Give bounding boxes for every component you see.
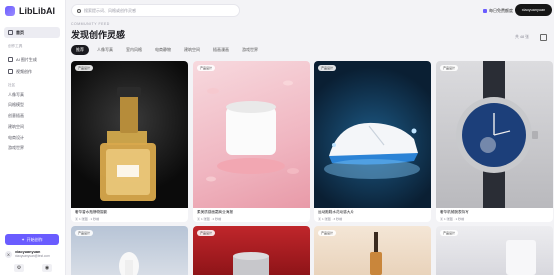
category-badge: 产品设计: [440, 65, 459, 71]
sidebar-item-label: 首页: [16, 29, 24, 35]
sidebar-item-image-gen[interactable]: AI 图片生成: [4, 54, 60, 65]
card-image: [193, 61, 310, 208]
gallery-card[interactable]: 产品设计 运动跑鞋水花动感大片 ▣ 1 张图 · 3 秒前: [314, 61, 431, 222]
gallery-card[interactable]: 产品设计: [71, 226, 188, 275]
page-title: 发现创作灵感: [71, 30, 126, 40]
brand-name: LibLibAI: [19, 6, 55, 16]
profile-icon[interactable]: ◉: [42, 264, 52, 272]
card-title: 柔美质感面霜商业海报: [197, 210, 233, 214]
card-meta: ▣ 1 张图 · 1 秒前: [75, 217, 100, 221]
gallery-card[interactable]: 产品设计: [193, 226, 310, 275]
gallery-card[interactable]: 产品设计 柔美质感面霜商业海报 ▣ 1 张图 · 2 秒前: [193, 61, 310, 222]
gallery-card[interactable]: 产品设计: [436, 226, 553, 275]
category-tabs: 推荐 人像写真 室内风格 电商静物 建筑空间 插画漫画 游戏世界: [71, 45, 263, 55]
card-image: [314, 61, 431, 208]
sidebar-section-tools: 创作工具: [8, 44, 23, 48]
start-create-label: 开始创作: [26, 236, 43, 242]
user-email: xiaoyuanyuan@test.com: [15, 254, 50, 258]
card-meta: ▣ 1 张图 · 2 秒前: [197, 217, 222, 221]
sidebar-footer: ⚙ ◉: [5, 264, 61, 272]
tab-interior[interactable]: 室内风格: [121, 45, 147, 55]
brand-logo-icon: [5, 6, 15, 16]
grid-view-icon[interactable]: [540, 34, 547, 41]
daily-credits-link[interactable]: 每日免费额度: [483, 8, 513, 14]
gallery-card[interactable]: 产品设计 奢华香水瓶静物摄影 ▣ 1 张图 · 1 秒前: [71, 61, 188, 222]
page-eyebrow: COMMUNITY FEED: [71, 22, 110, 26]
sidebar-link[interactable]: 建筑空间: [8, 124, 24, 130]
sidebar-link[interactable]: 创意插画: [8, 113, 24, 119]
sidebar-link[interactable]: 电商设计: [8, 135, 24, 141]
search-icon: [77, 8, 81, 13]
sparkle-icon: ✦: [21, 237, 25, 242]
result-count: 共 48 张: [515, 35, 529, 39]
sidebar-link[interactable]: 游戏世界: [8, 145, 24, 151]
home-icon: [8, 30, 13, 35]
account-button[interactable]: xiaoyuanyuan: [515, 4, 552, 16]
credits-icon: [483, 9, 487, 13]
category-badge: 产品设计: [318, 65, 337, 71]
sidebar-section-community: 社区: [8, 83, 16, 87]
card-title: 奢华香水瓶静物摄影: [75, 210, 108, 214]
card-image: [436, 61, 553, 208]
tab-product[interactable]: 电商静物: [150, 45, 176, 55]
tab-game-world[interactable]: 游戏世界: [237, 45, 263, 55]
card-title: 运动跑鞋水花动感大片: [318, 210, 354, 214]
start-create-button[interactable]: ✦ 开始创作: [5, 234, 59, 245]
card-title: 奢华机械腕表特写: [440, 210, 469, 214]
sidebar-link[interactable]: 风格模型: [8, 102, 24, 108]
tab-recommended[interactable]: 推荐: [71, 45, 89, 55]
category-badge: 产品设计: [75, 65, 94, 71]
card-meta: ▣ 1 张图 · 1 秒前: [440, 217, 465, 221]
sidebar-item-label: 视频创作: [16, 68, 32, 74]
category-badge: 产品设计: [197, 65, 216, 71]
brand[interactable]: LibLibAI: [5, 6, 55, 16]
sidebar-link[interactable]: 人像写真: [8, 92, 24, 98]
gallery-card[interactable]: 产品设计: [314, 226, 431, 275]
image-icon: [8, 57, 13, 62]
settings-icon[interactable]: ⚙: [14, 264, 24, 272]
card-meta: ▣ 1 张图 · 3 秒前: [318, 217, 343, 221]
category-badge: 产品设计: [75, 230, 94, 236]
category-badge: 产品设计: [318, 230, 337, 236]
sidebar: LibLibAI 首页 创作工具 AI 图片生成 视频创作 社区 人像写真 风格…: [0, 0, 66, 275]
tab-portrait[interactable]: 人像写真: [92, 45, 118, 55]
sidebar-item-video[interactable]: 视频创作: [4, 66, 60, 77]
category-badge: 产品设计: [197, 230, 216, 236]
card-image: [71, 61, 188, 208]
user-profile[interactable]: X xiaoyuanyuan xiaoyuanyuan@test.com: [5, 250, 50, 258]
search-placeholder: 搜索提示词、风格或创作灵感: [84, 7, 136, 13]
search-input[interactable]: 搜索提示词、风格或创作灵感: [71, 4, 240, 17]
video-icon: [8, 69, 13, 74]
tab-architecture[interactable]: 建筑空间: [179, 45, 205, 55]
avatar: X: [5, 250, 12, 258]
gallery-card[interactable]: 产品设计 奢华机械腕表特写 ▣ 1 张图 · 1 秒前: [436, 61, 553, 222]
category-badge: 产品设计: [440, 230, 459, 236]
sidebar-item-label: AI 图片生成: [16, 56, 37, 62]
sidebar-item-home[interactable]: 首页: [4, 27, 60, 38]
tab-illustration[interactable]: 插画漫画: [208, 45, 234, 55]
daily-credits-label: 每日免费额度: [489, 8, 513, 13]
